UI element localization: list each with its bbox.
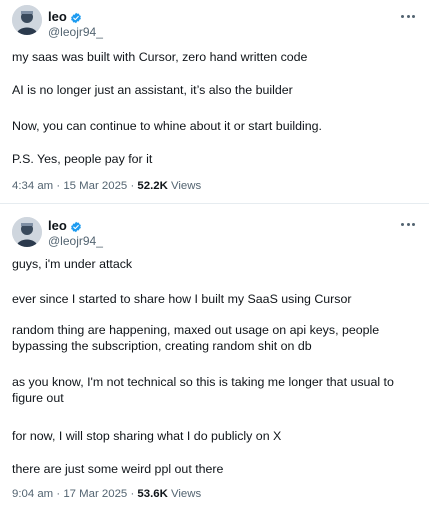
- avatar[interactable]: [12, 217, 42, 247]
- tweet-meta: 9:04 am · 17 Mar 2025 · 53.6K Views: [12, 487, 201, 501]
- tweet-paragraph: my saas was built with Cursor, zero hand…: [12, 50, 308, 64]
- views-label: Views: [171, 488, 202, 500]
- tweet-paragraph: there are just some weird ppl out there: [12, 462, 224, 476]
- views-label: Views: [171, 180, 202, 192]
- verified-badge-icon: [70, 11, 82, 23]
- tweet-date[interactable]: 17 Mar 2025: [63, 488, 127, 500]
- author-name-row[interactable]: leo: [48, 9, 82, 24]
- author-handle[interactable]: @leojr94_: [48, 25, 103, 39]
- meta-separator: ·: [56, 488, 61, 500]
- tweet-paragraph: P.S. Yes, people pay for it: [12, 152, 153, 166]
- avatar[interactable]: [12, 5, 42, 35]
- verified-badge-icon: [70, 220, 82, 232]
- meta-separator: ·: [130, 180, 135, 192]
- more-options-icon[interactable]: [401, 12, 415, 20]
- more-options-icon[interactable]: [401, 220, 415, 228]
- author-name-row[interactable]: leo: [48, 218, 82, 233]
- tweet-paragraph: random thing are happening, maxed out us…: [12, 323, 380, 353]
- tweet-paragraph: ever since I started to share how I buil…: [12, 292, 352, 306]
- views-count[interactable]: 53.6K: [137, 488, 167, 500]
- tweet-1[interactable]: leo @leojr94_ my saas was built with Cur…: [0, 0, 429, 203]
- tweet-paragraph: as you know, I'm not technical so this i…: [12, 375, 394, 405]
- tweet-paragraph: guys, i'm under attack: [12, 257, 133, 271]
- tweet-paragraph: AI is no longer just an assistant, it’s …: [12, 83, 293, 97]
- author-name[interactable]: leo: [48, 218, 67, 233]
- tweet-date[interactable]: 15 Mar 2025: [63, 180, 127, 192]
- meta-separator: ·: [56, 180, 61, 192]
- tweet-paragraph: Now, you can continue to whine about it …: [12, 119, 322, 133]
- tweet-time[interactable]: 9:04 am: [12, 488, 53, 500]
- views-count[interactable]: 52.2K: [137, 180, 167, 192]
- meta-separator: ·: [130, 488, 135, 500]
- tweet-time[interactable]: 4:34 am: [12, 180, 53, 192]
- author-handle[interactable]: @leojr94_: [48, 234, 103, 248]
- author-name[interactable]: leo: [48, 9, 67, 24]
- tweet-2[interactable]: leo @leojr94_ guys, i'm under attack eve…: [0, 203, 429, 512]
- tweet-meta: 4:34 am · 15 Mar 2025 · 52.2K Views: [12, 179, 201, 193]
- tweet-paragraph: for now, I will stop sharing what I do p…: [12, 429, 282, 443]
